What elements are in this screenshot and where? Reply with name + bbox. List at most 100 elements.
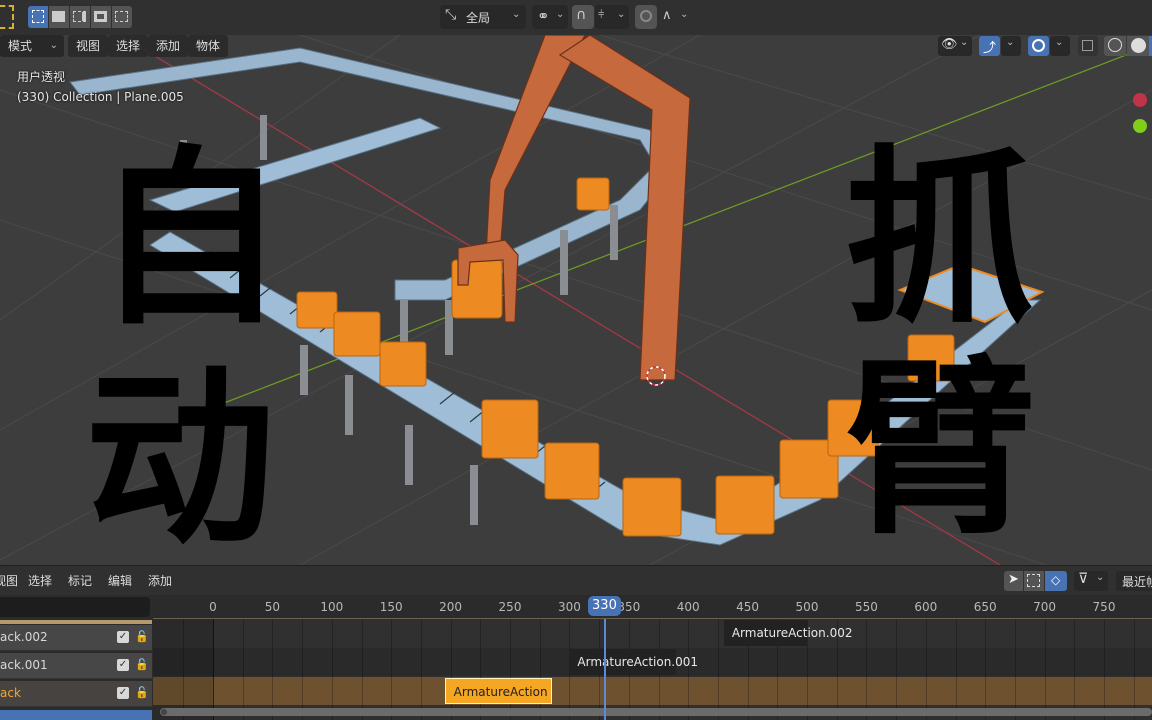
frame-grid-line <box>985 619 987 720</box>
menu-select[interactable]: 选择 <box>108 35 149 57</box>
frame-grid-line <box>331 619 333 720</box>
snap-toggle[interactable]: ∩ <box>572 5 594 29</box>
frame-tick-label: 100 <box>320 600 344 614</box>
solid-shading-button[interactable] <box>1127 36 1149 56</box>
select-mode-group <box>28 6 138 28</box>
nla-menu-select[interactable]: 选择 <box>28 572 52 589</box>
track-enabled-checkbox[interactable]: ✓ <box>117 659 129 671</box>
track-row-selected[interactable]: ack ✓ 🔓 <box>0 681 152 707</box>
snap-magnet-icon: ∩ <box>576 7 587 23</box>
active-object-row[interactable] <box>0 710 152 720</box>
frame-grid-line <box>866 619 868 720</box>
track-row[interactable]: ack.002 ✓ 🔓 <box>0 625 152 651</box>
unlock-icon[interactable]: 🔓 <box>135 630 149 644</box>
track-name: ack.002 <box>0 630 48 644</box>
menu-object[interactable]: 物体 <box>188 35 229 57</box>
recent-frame-label: 最近帧 <box>1122 575 1152 589</box>
unlock-icon[interactable]: 🔓 <box>135 658 149 672</box>
frame-tick-label: 50 <box>264 600 281 614</box>
action-strip[interactable]: ArmatureAction <box>444 678 552 704</box>
mode-dropdown[interactable]: 模式 ⌄ <box>0 35 64 57</box>
overlay-dropdown[interactable]: ⌄ <box>1050 36 1070 56</box>
unlock-icon[interactable]: 🔓 <box>135 686 149 700</box>
track-enabled-checkbox[interactable]: ✓ <box>117 631 129 643</box>
frame-grid-line <box>302 619 304 720</box>
frame-grid-line <box>1074 619 1076 720</box>
gizmo-x-axis-dot[interactable] <box>1133 93 1147 107</box>
select-intersect-icon[interactable] <box>112 6 132 28</box>
frame-grid-line <box>1014 619 1016 720</box>
nla-header: 视图 选择 标记 编辑 添加 ➤ ◇ ⊽ ⌄ 最近帧 <box>0 565 1152 595</box>
xray-toggle[interactable] <box>1078 36 1098 56</box>
3d-viewport[interactable]: 自 动 抓 臂 模式 ⌄ 视图 选择 添加 物体 用户透视 (330) Coll… <box>0 35 1152 565</box>
snap-target-dropdown[interactable]: ⫩ ⌄ <box>595 5 629 29</box>
overlay-toggle[interactable] <box>1028 36 1049 56</box>
action-strip[interactable]: ArmatureAction.001 <box>569 649 698 675</box>
chevron-down-icon: ⌄ <box>556 9 565 20</box>
recent-frame-dropdown[interactable]: 最近帧 <box>1116 571 1152 591</box>
nla-menu-add[interactable]: 添加 <box>148 572 172 589</box>
frame-grid-line <box>213 619 214 720</box>
nla-menu-marker[interactable]: 标记 <box>68 572 92 589</box>
menu-view[interactable]: 视图 <box>68 35 109 57</box>
scrollbar-handle[interactable] <box>161 709 167 715</box>
chevron-down-icon: ⌄ <box>1055 37 1064 48</box>
frame-tick-label: 300 <box>557 600 581 614</box>
frame-grid-line <box>1133 619 1135 720</box>
frame-grid-line <box>1104 619 1105 720</box>
tweak-tool-button[interactable]: ➤ <box>1004 571 1023 591</box>
frame-tick-label: 700 <box>1033 600 1057 614</box>
pre-start-shade <box>153 619 213 720</box>
filter-dropdown[interactable]: ⊽ ⌄ <box>1074 571 1108 591</box>
menu-add[interactable]: 添加 <box>148 35 189 57</box>
select-box-icon[interactable] <box>28 6 48 28</box>
frame-tick-label: 0 <box>209 600 217 614</box>
frame-tick-label: 400 <box>676 600 700 614</box>
frame-ruler[interactable]: 0 50 100 150 200 250 300 350 400 450 500 550 600 650 7… <box>153 595 1152 619</box>
track-list: ack.002 ✓ 🔓 ack.001 ✓ 🔓 ack ✓ 🔓 <box>0 595 153 720</box>
action-strip[interactable]: ArmatureAction.002 <box>723 620 852 646</box>
nla-menu-view[interactable]: 视图 <box>0 572 18 589</box>
keyframe-select-tool-button[interactable]: ◇ <box>1045 571 1067 591</box>
nla-menu-edit[interactable]: 编辑 <box>108 572 132 589</box>
select-extend-icon[interactable] <box>49 6 69 28</box>
track-row[interactable]: ack.001 ✓ 🔓 <box>0 653 152 679</box>
strips-area[interactable]: ArmatureAction.002 ArmatureAction.001 Arma… <box>153 619 1152 720</box>
gizmo-toggle[interactable]: ⤴ <box>979 36 1000 56</box>
transform-orientation-dropdown[interactable]: ⤡ 全局 ⌄ <box>440 5 526 29</box>
overlay-icon <box>1032 39 1045 52</box>
select-invert-icon[interactable] <box>91 6 111 28</box>
frame-grid-line <box>717 619 719 720</box>
frame-grid-line <box>955 619 957 720</box>
track-search-field[interactable] <box>0 597 150 617</box>
proportional-edit-toggle[interactable] <box>635 5 657 29</box>
frame-tick-label: 650 <box>973 600 997 614</box>
chevron-down-icon: ⌄ <box>680 9 689 20</box>
box-select-icon <box>1027 574 1040 587</box>
frame-grid-line <box>242 619 244 720</box>
pivot-point-dropdown[interactable]: ⚭ ⌄ <box>532 5 568 29</box>
select-subtract-icon[interactable] <box>70 6 90 28</box>
frame-grid-line <box>391 619 393 720</box>
track-enabled-checkbox[interactable]: ✓ <box>117 687 129 699</box>
gizmo-icon: ⤴ <box>983 41 997 56</box>
visibility-dropdown[interactable]: 👁 ⌄ <box>938 36 972 56</box>
view-name: 用户透视 <box>17 70 66 84</box>
box-select-tool-button[interactable] <box>1024 571 1044 591</box>
chevron-down-icon: ⌄ <box>1096 572 1105 583</box>
frame-grid-line <box>896 619 898 720</box>
proportional-edit-icon <box>640 10 652 22</box>
wireframe-shading-button[interactable] <box>1104 36 1126 56</box>
select-tool-icon[interactable] <box>0 5 14 29</box>
horizontal-scrollbar[interactable] <box>160 708 1152 716</box>
falloff-dropdown[interactable]: ∧ ⌄ <box>660 5 692 29</box>
chevron-down-icon: ⌄ <box>617 9 626 20</box>
gizmo-y-axis-dot[interactable] <box>1133 119 1147 133</box>
eye-icon: 👁 <box>941 37 958 52</box>
filter-funnel-icon: ⊽ <box>1078 571 1089 587</box>
gizmo-dropdown[interactable]: ⌄ <box>1001 36 1021 56</box>
frame-grid-line <box>925 619 927 720</box>
track-name: ack <box>0 686 21 700</box>
mode-label: 模式 <box>8 39 33 53</box>
current-frame-indicator[interactable]: 330 <box>588 596 621 616</box>
